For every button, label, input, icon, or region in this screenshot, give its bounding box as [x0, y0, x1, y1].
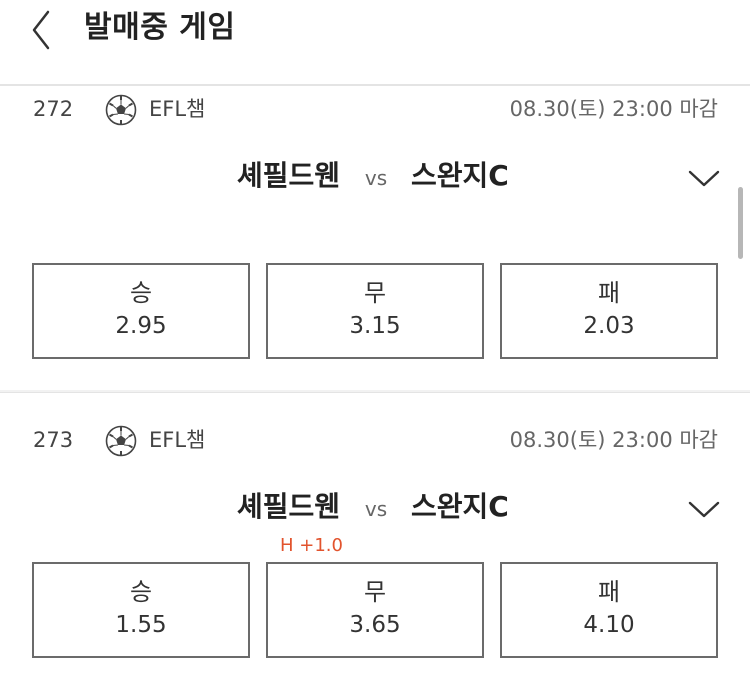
odds-button-loss[interactable]: 패 2.03: [500, 263, 718, 359]
away-team: 스완지C: [411, 159, 509, 192]
page-title: 발매중 게임: [84, 10, 236, 45]
soccer-ball-icon: [105, 94, 137, 126]
expand-button[interactable]: [686, 166, 722, 190]
odds-label: 승: [129, 578, 153, 606]
vs-label: vs: [364, 166, 388, 190]
odds-value: 3.15: [349, 313, 401, 339]
game-card: 273 EFL챔 08.30(토) 23:00 마감 셰필드웬 vs 스완지C …: [0, 392, 750, 680]
game-card: 272 EFL챔 08.30(토) 23:00 마감 셰필드웬 vs 스완지C …: [0, 86, 750, 390]
handicap-label: H +1.0: [280, 535, 343, 556]
odds-button-win[interactable]: 승 2.95: [32, 263, 250, 359]
odds-value: 2.95: [115, 313, 167, 339]
away-team: 스완지C: [411, 490, 509, 523]
chevron-down-icon: [688, 170, 720, 187]
home-team: 셰필드웬: [236, 159, 340, 192]
odds-value: 3.65: [349, 612, 401, 638]
game-list[interactable]: 272 EFL챔 08.30(토) 23:00 마감 셰필드웬 vs 스완지C …: [0, 86, 750, 680]
app-header: 발매중 게임: [0, 0, 750, 86]
odds-value: 2.03: [583, 313, 635, 339]
soccer-ball-icon: [105, 425, 137, 457]
odds-label: 패: [597, 578, 621, 606]
chevron-down-icon: [688, 501, 720, 518]
league-name: EFL챔: [149, 428, 206, 452]
odds-button-win[interactable]: 승 1.55: [32, 562, 250, 658]
scrollbar-thumb[interactable]: [738, 187, 743, 259]
deadline-text: 08.30(토) 23:00 마감: [509, 428, 718, 452]
expand-button[interactable]: [686, 497, 722, 521]
odds-label: 패: [597, 279, 621, 307]
game-number: 273: [33, 428, 74, 452]
chevron-left-icon: [32, 10, 50, 50]
odds-button-draw[interactable]: 무 3.15: [266, 263, 484, 359]
odds-label: 무: [363, 578, 387, 606]
deadline-text: 08.30(토) 23:00 마감: [509, 97, 718, 121]
odds-button-draw[interactable]: 무 3.65: [266, 562, 484, 658]
home-team: 셰필드웬: [236, 490, 340, 523]
vs-label: vs: [364, 497, 388, 521]
league-name: EFL챔: [149, 97, 206, 121]
odds-label: 무: [363, 279, 387, 307]
game-number: 272: [33, 97, 74, 121]
odds-button-loss[interactable]: 패 4.10: [500, 562, 718, 658]
odds-value: 4.10: [583, 612, 635, 638]
odds-label: 승: [129, 279, 153, 307]
odds-value: 1.55: [115, 612, 167, 638]
back-button[interactable]: [26, 8, 62, 52]
